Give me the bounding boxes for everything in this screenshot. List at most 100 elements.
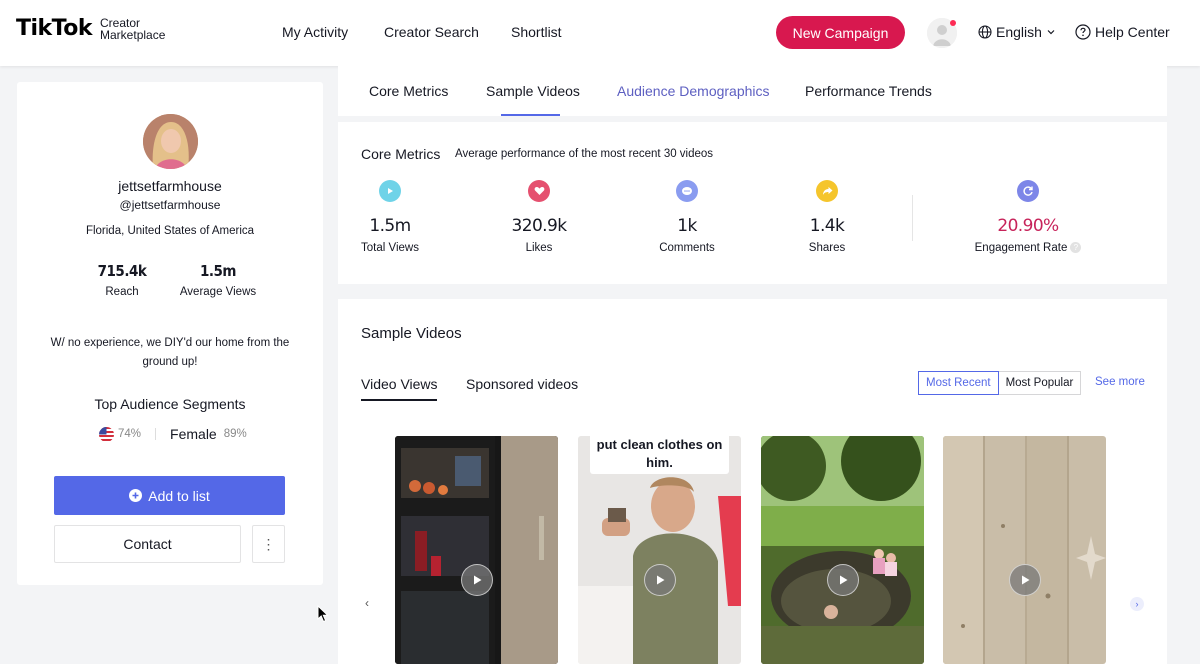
video-tab-indicator [361,399,437,401]
sample-videos-card: Sample Videos Video Views Sponsored vide… [338,299,1167,664]
sample-videos-title: Sample Videos [361,325,462,342]
contact-button[interactable]: Contact [54,525,241,563]
metric-shares: 1.4k Shares [772,180,882,254]
tab-core-metrics[interactable]: Core Metrics [369,83,448,99]
engagement-rate-value: 20.90% [997,216,1059,236]
share-icon [816,180,838,202]
core-metrics-card: Core Metrics Average performance of the … [338,122,1167,284]
video-caption: put clean clothes on him. [590,436,729,474]
audience-segments-row: 74% Female 89% [99,426,247,442]
country-segment-percent: 74% [118,428,142,440]
refresh-icon [1017,180,1039,202]
section-tabs-bar: Core Metrics Sample Videos Audience Demo… [338,66,1167,116]
reach-label: Reach [105,286,139,298]
shares-label: Shares [808,242,846,254]
see-more-link[interactable]: See more [1095,376,1145,388]
video-thumbnail[interactable]: put clean clothes on him. [578,436,741,664]
nav-creator-search[interactable]: Creator Search [384,24,479,40]
play-icon [474,575,482,585]
active-tab-indicator [501,114,560,116]
help-center-label: Help Center [1095,24,1170,40]
question-circle-icon [1075,24,1091,40]
help-center-link[interactable]: Help Center [1075,24,1170,40]
play-icon [840,575,848,585]
metric-total-views: 1.5m Total Views [335,180,445,254]
video-thumbnail[interactable] [395,436,558,664]
logo-subtitle-line-2: Marketplace [100,27,166,42]
play-button[interactable] [644,564,676,596]
video-thumbnail-image [395,436,558,664]
logo-wordmark: TikTok [16,16,93,41]
nav-my-activity[interactable]: My Activity [282,24,348,40]
average-views-label: Average Views [179,286,257,298]
play-icon [1022,575,1030,585]
segment-divider [155,428,157,440]
tab-audience-demographics[interactable]: Audience Demographics [617,83,770,99]
carousel-prev-arrow[interactable]: ‹ [365,596,369,610]
creator-avatar [143,114,198,169]
add-to-list-label: Add to list [148,487,210,504]
language-label: English [996,24,1042,40]
video-thumbnail[interactable] [943,436,1106,664]
engagement-rate-label: Engagement Rate [974,242,1068,254]
video-thumbnail-image [761,436,924,664]
video-thumbnail-image [943,436,1106,664]
creator-location: Florida, United States of America [85,225,255,237]
tiktok-creator-marketplace-logo[interactable]: TikTok Creator Marketplace [16,16,165,41]
logo-subtitle: Creator Marketplace [100,17,165,41]
reach-value: 715.4k [97,262,147,280]
play-icon [657,575,665,585]
tab-sponsored-videos[interactable]: Sponsored videos [466,376,578,392]
likes-label: Likes [525,242,553,254]
tab-sample-videos[interactable]: Sample Videos [486,83,580,99]
sort-most-popular[interactable]: Most Popular [998,371,1082,395]
creator-username: jettsetfarmhouse [118,178,222,194]
gender-segment-percent: 89% [223,428,247,440]
sort-most-recent[interactable]: Most Recent [918,371,999,395]
info-icon[interactable]: ? [1070,242,1082,254]
add-to-list-button[interactable]: Add to list [54,476,285,515]
creator-bio: W/ no experience, we DIY'd our home from… [50,337,290,368]
average-views-stat: 1.5m Average Views [173,262,263,298]
shares-value: 1.4k [809,216,845,236]
sort-toggle: Most Recent Most Popular [918,371,1082,395]
metric-engagement-rate: 20.90% Engagement Rate? [968,180,1088,254]
total-views-value: 1.5m [369,216,411,236]
metric-likes: 320.9k Likes [484,180,594,254]
metrics-divider [912,195,913,241]
core-metrics-title: Core Metrics [361,146,441,162]
core-metrics-subtitle: Average performance of the most recent 3… [455,148,714,160]
heart-icon [528,180,550,202]
carousel-next-arrow[interactable]: › [1130,597,1144,611]
chevron-down-icon [1047,30,1055,35]
play-button[interactable] [827,564,859,596]
likes-value: 320.9k [511,216,568,236]
creator-profile-card: jettsetfarmhouse @jettsetfarmhouse Flori… [17,82,323,585]
average-views-value: 1.5m [200,262,236,280]
engagement-rate-row: Engagement Rate? [968,242,1088,254]
more-options-button[interactable]: ⋮ [252,525,285,563]
notification-dot [950,20,956,26]
new-campaign-button[interactable]: New Campaign [776,16,905,49]
globe-icon [978,25,992,39]
top-header: TikTok Creator Marketplace My Activity C… [0,0,1200,66]
language-selector[interactable]: English [978,24,1056,40]
gender-segment-label: Female [170,426,217,442]
nav-shortlist[interactable]: Shortlist [511,24,562,40]
play-button[interactable] [1009,564,1041,596]
play-button[interactable] [461,564,493,596]
comments-label: Comments [659,242,715,254]
mouse-cursor-icon [317,605,329,623]
plus-circle-icon [129,489,143,502]
comment-icon [676,180,698,202]
us-flag-icon [99,426,114,442]
video-thumbnail[interactable] [761,436,924,664]
tab-video-views[interactable]: Video Views [361,376,438,392]
creator-photo-image [143,114,198,169]
reach-stat: 715.4k Reach [89,262,155,298]
metric-comments: 1k Comments [632,180,742,254]
tab-performance-trends[interactable]: Performance Trends [805,83,932,99]
comments-value: 1k [677,216,697,236]
total-views-label: Total Views [361,242,419,254]
creator-handle: @jettsetfarmhouse [119,198,221,212]
